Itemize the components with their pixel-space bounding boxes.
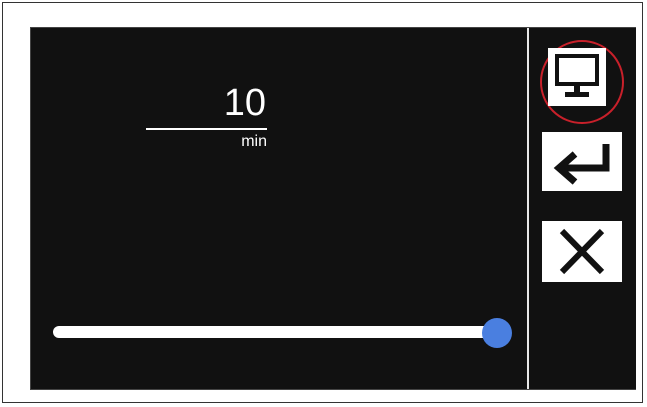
- enter-button[interactable]: [542, 132, 622, 191]
- close-button[interactable]: [542, 221, 622, 282]
- timer-value-underline: [146, 128, 267, 130]
- timer-unit: min: [241, 133, 267, 150]
- enter-arrow-icon: [553, 144, 610, 185]
- display-button[interactable]: [540, 40, 624, 124]
- device-screen: 10 min: [30, 27, 636, 390]
- timer-value: 10: [223, 82, 266, 124]
- close-icon: [559, 228, 605, 275]
- panel-divider: [527, 28, 529, 389]
- monitor-icon: [555, 54, 599, 97]
- timer-slider-track[interactable]: [53, 326, 503, 338]
- timer-slider-thumb[interactable]: [482, 318, 512, 348]
- device-frame: 10 min: [2, 2, 643, 403]
